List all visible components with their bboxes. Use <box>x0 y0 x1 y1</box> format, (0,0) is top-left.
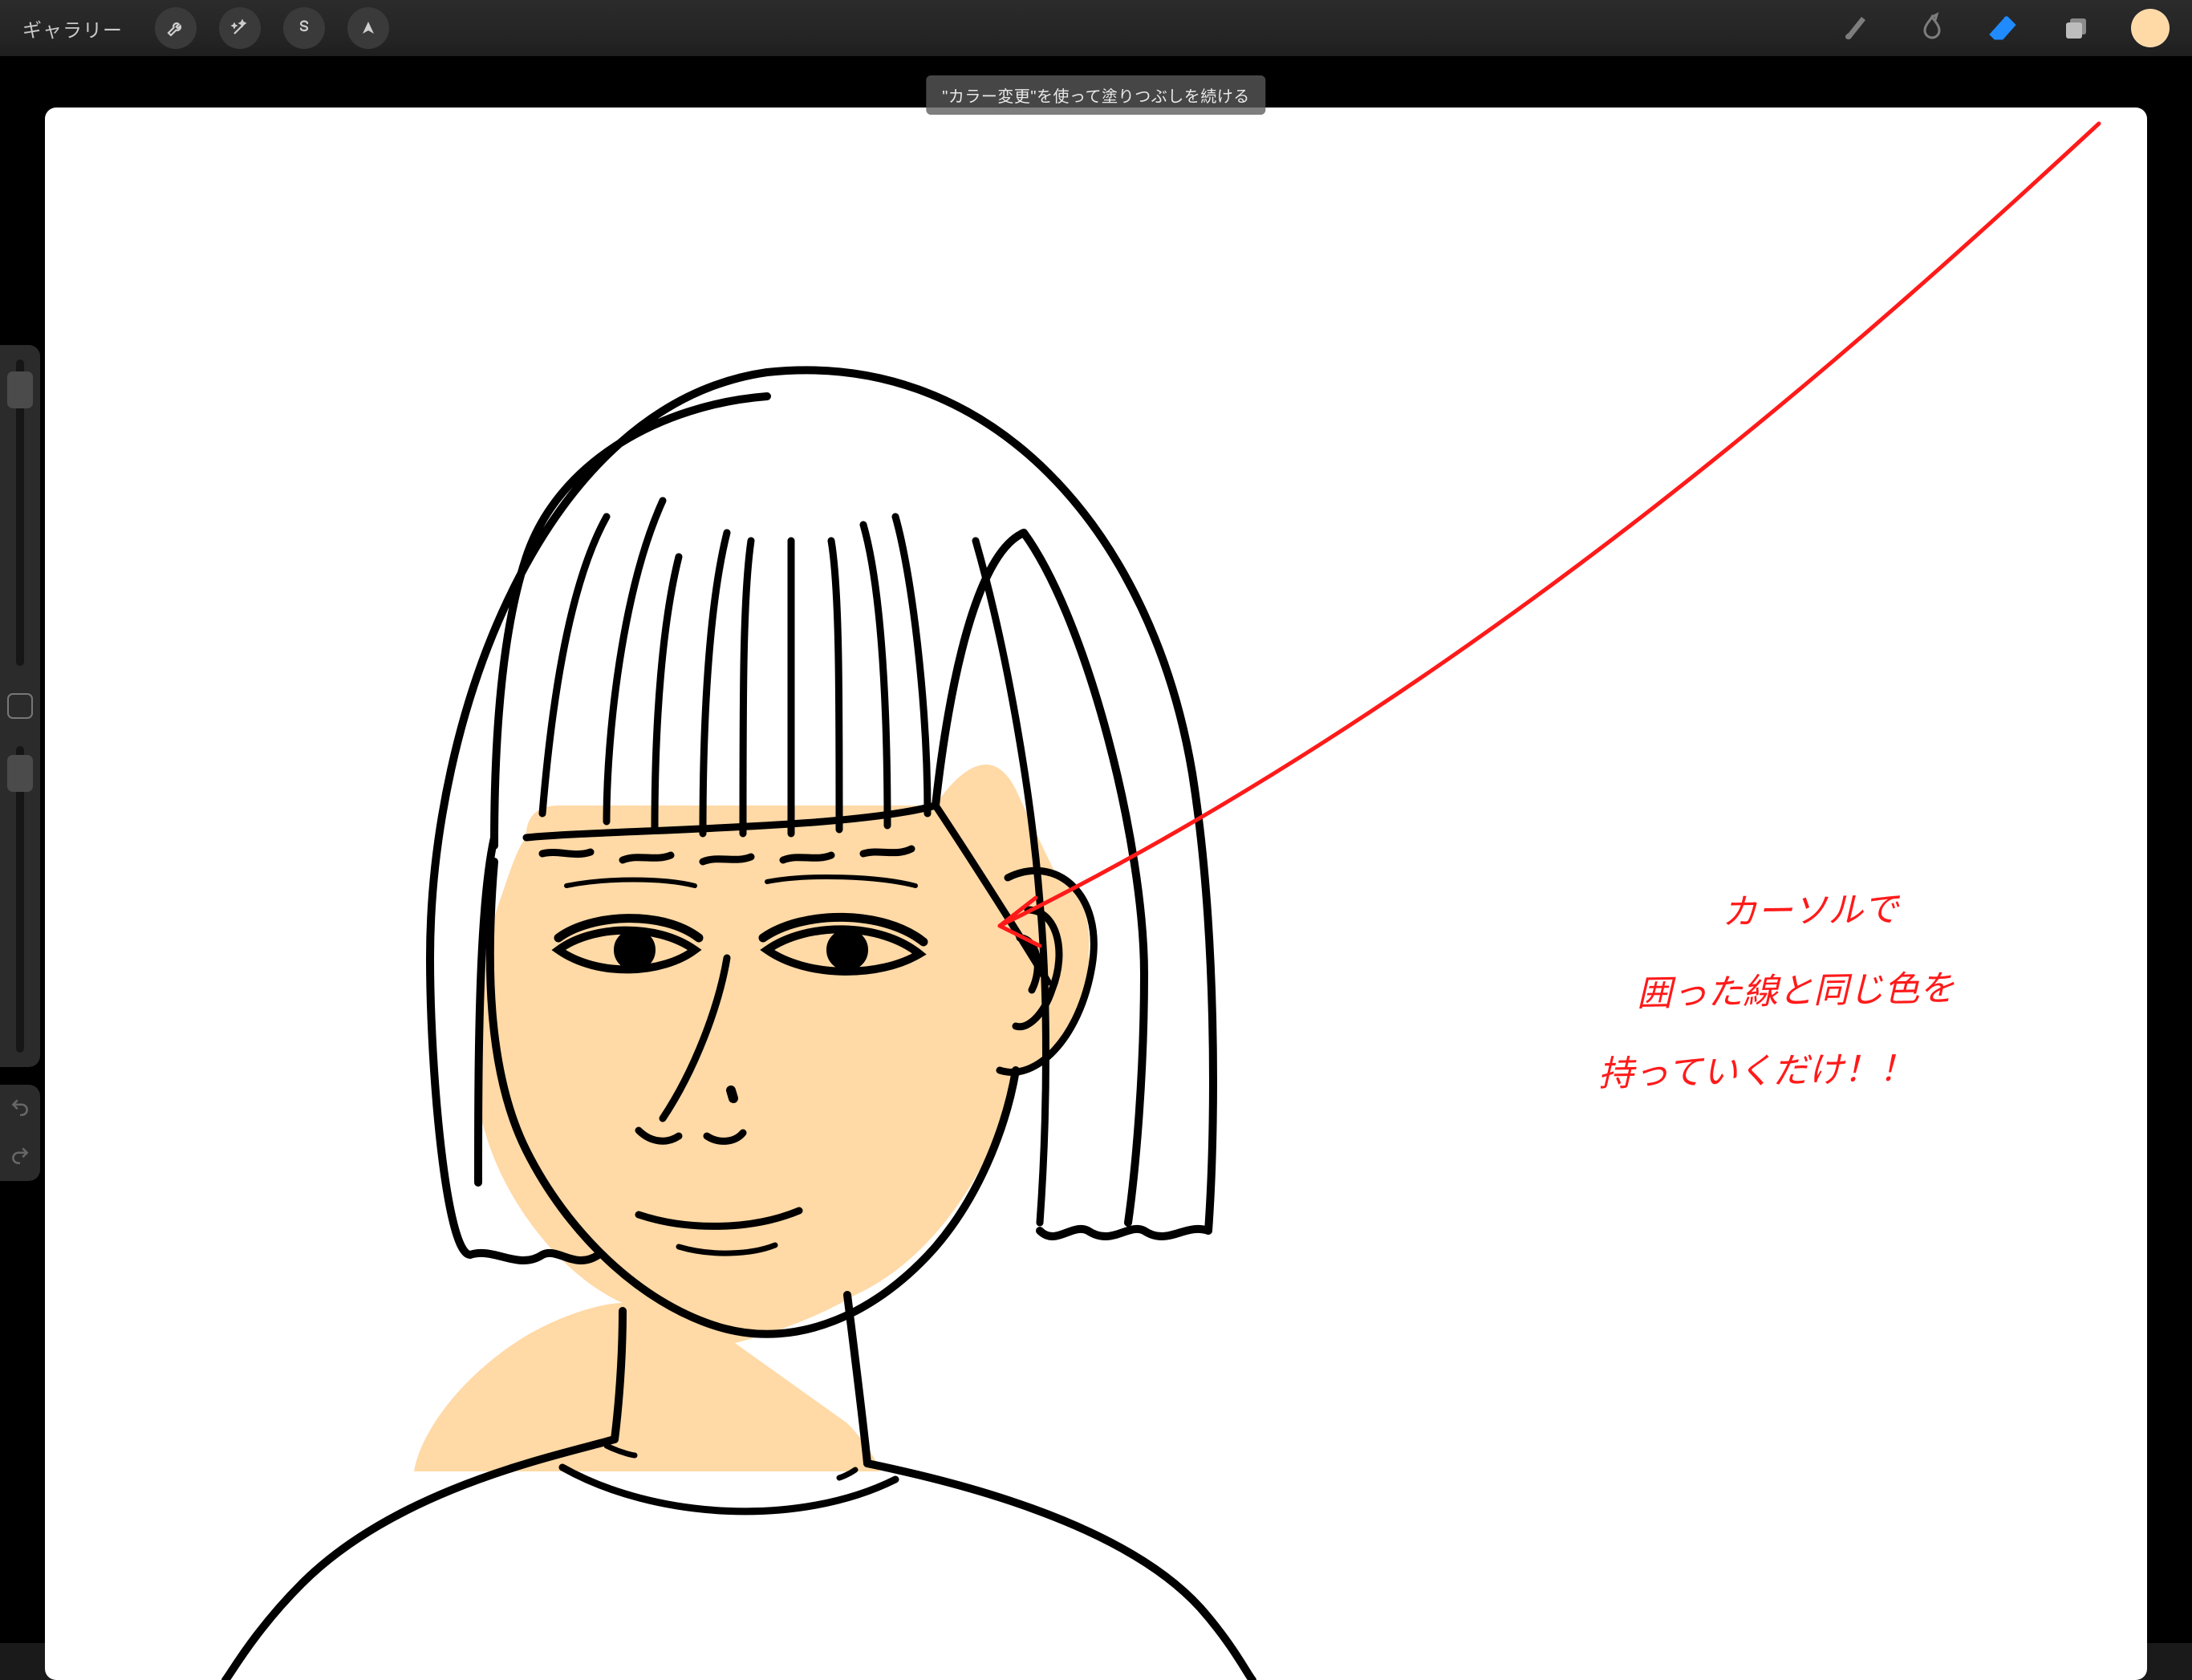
drawing-canvas[interactable]: カーソルで 囲った線と同じ色を 持っていくだけ！！ <box>45 108 2147 1680</box>
redo-icon[interactable] <box>10 1145 30 1170</box>
left-sidebar <box>0 345 40 1067</box>
top-toolbar: ギャラリー <box>0 0 2192 56</box>
wrench-icon[interactable] <box>155 7 197 49</box>
annotation-line-2: 囲った線と同じ色を <box>1636 956 1955 1028</box>
eraser-icon[interactable] <box>1983 9 2022 47</box>
canvas-viewport: カーソルで 囲った線と同じ色を 持っていくだけ！！ <box>0 56 2192 1643</box>
opacity-thumb[interactable] <box>7 755 33 792</box>
annotation-arrow <box>1000 124 2099 926</box>
selection-s-icon[interactable] <box>283 7 325 49</box>
annotation-line-1: カーソルで <box>1721 876 1898 946</box>
gallery-button[interactable]: ギャラリー <box>22 14 123 43</box>
brush-size-slider[interactable] <box>16 359 24 666</box>
modify-button[interactable] <box>7 693 33 719</box>
hint-toast: "カラー変更"を使って塗りつぶしを続ける <box>926 75 1265 115</box>
annotation-line-3: 持っていくだけ！！ <box>1597 1036 1914 1108</box>
wand-icon[interactable] <box>219 7 261 49</box>
smudge-icon[interactable] <box>1910 9 1948 47</box>
undo-icon[interactable] <box>10 1097 30 1122</box>
cursor-arrow-icon[interactable] <box>347 7 389 49</box>
brush-icon[interactable] <box>1836 9 1874 47</box>
color-swatch[interactable] <box>2131 9 2170 47</box>
brush-size-thumb[interactable] <box>7 371 33 408</box>
undo-redo-sidebar <box>0 1085 40 1181</box>
opacity-slider[interactable] <box>16 746 24 1053</box>
layers-icon[interactable] <box>2057 9 2096 47</box>
